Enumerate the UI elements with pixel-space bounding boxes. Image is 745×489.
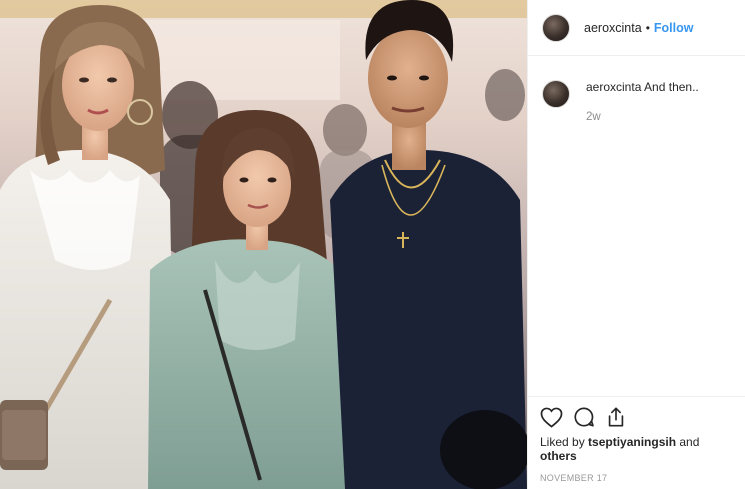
likes-summary: Liked by tseptiyaningsih and others bbox=[540, 435, 733, 463]
action-icons bbox=[540, 405, 733, 429]
likes-others[interactable]: others bbox=[540, 449, 577, 463]
caption-comment: aeroxcinta And then.. 2w bbox=[528, 56, 745, 123]
post-actions: Liked by tseptiyaningsih and others NOVE… bbox=[528, 396, 745, 483]
likes-connector: and bbox=[676, 435, 700, 449]
likes-prefix: Liked by bbox=[540, 435, 589, 449]
follow-button[interactable]: Follow bbox=[654, 21, 694, 35]
post-photo[interactable] bbox=[0, 0, 527, 489]
post-header: aeroxcinta • Follow bbox=[528, 0, 745, 56]
share-icon[interactable] bbox=[605, 406, 627, 428]
post-side-panel: aeroxcinta • Follow aeroxcinta And then.… bbox=[527, 0, 745, 489]
user-avatar[interactable] bbox=[542, 13, 570, 42]
caption-username[interactable]: aeroxcinta bbox=[586, 80, 641, 94]
comment-icon[interactable] bbox=[573, 406, 595, 428]
caption-timestamp[interactable]: 2w bbox=[586, 111, 699, 123]
instagram-post: aeroxcinta • Follow aeroxcinta And then.… bbox=[0, 0, 745, 489]
header-separator: • bbox=[645, 20, 650, 35]
caption-body: aeroxcinta And then.. 2w bbox=[586, 80, 699, 123]
photo-illustration bbox=[0, 0, 527, 489]
caption-text: And then.. bbox=[644, 80, 699, 94]
header-username[interactable]: aeroxcinta bbox=[584, 21, 642, 35]
heart-icon[interactable] bbox=[540, 407, 563, 428]
caption-avatar[interactable] bbox=[542, 80, 570, 108]
post-date[interactable]: NOVEMBER 17 bbox=[540, 473, 733, 483]
liked-by-user[interactable]: tseptiyaningsih bbox=[588, 435, 676, 449]
